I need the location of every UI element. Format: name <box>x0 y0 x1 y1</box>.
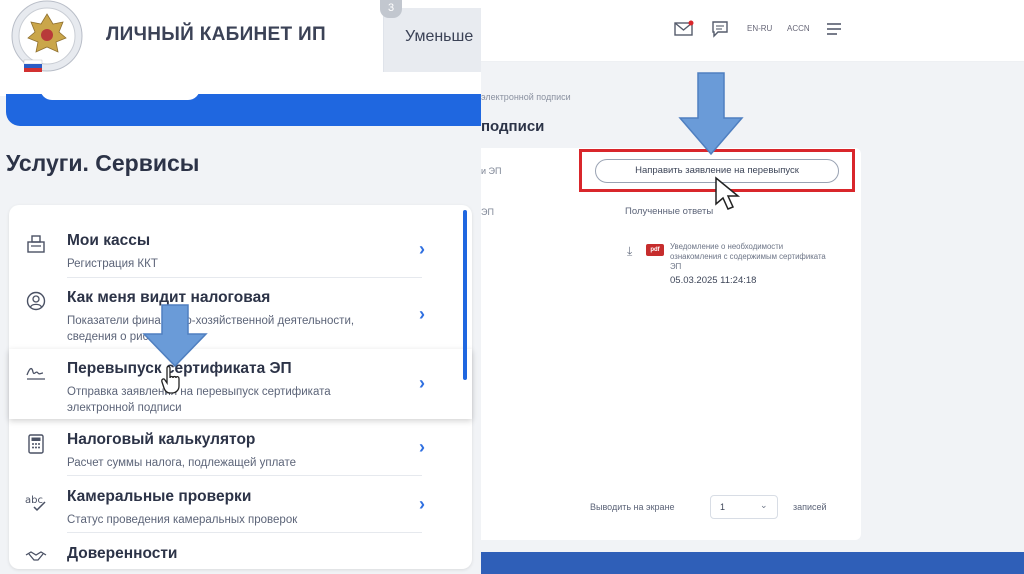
row-label: ЭП <box>481 207 494 217</box>
spellcheck-icon: abc <box>25 495 46 512</box>
right-header: EN-RU ACCN <box>481 0 1024 62</box>
chevron-right-icon: › <box>419 373 425 393</box>
calculator-icon <box>28 434 44 454</box>
chat-icon[interactable] <box>711 20 729 38</box>
banner-pill <box>40 82 200 100</box>
service-title: Камеральные проверки <box>67 488 252 505</box>
service-subtitle: Регистрация ККТ <box>67 258 158 270</box>
divider <box>67 475 422 476</box>
pager-label: Выводить на экране <box>590 502 675 512</box>
service-title: Как меня видит налоговая <box>67 289 271 306</box>
service-desk-audits[interactable]: abc Камеральные проверки Статус проведен… <box>9 480 472 538</box>
chevron-right-icon: › <box>419 239 425 259</box>
pdf-badge[interactable]: pdf <box>646 244 664 256</box>
tab-reduce-label: Уменьше <box>405 28 474 45</box>
fns-emblem-icon <box>11 0 83 72</box>
right-panel: EN-RU ACCN электронной подписи подписи и… <box>481 0 1024 574</box>
left-panel: ЛИЧНЫЙ КАБИНЕТ ИП 3 Уменьше Услуги. Серв… <box>0 0 481 574</box>
tab-badge: 3 <box>380 0 402 18</box>
services-scrollbar[interactable] <box>463 210 467 380</box>
service-subtitle: Отправка заявления на перевыпуск сертифи… <box>67 386 331 414</box>
divider <box>67 277 422 278</box>
account-link[interactable]: ACCN <box>787 24 810 33</box>
service-title: Доверенности <box>67 545 178 562</box>
chevron-right-icon: › <box>419 437 425 457</box>
person-search-icon <box>26 291 46 311</box>
notice-link[interactable]: Уведомление о необходимости ознакомления… <box>670 242 830 272</box>
chevron-right-icon: › <box>419 304 425 324</box>
service-title: Налоговый калькулятор <box>67 431 256 448</box>
service-subtitle: Показатели финансово-хозяйственной деяте… <box>67 315 355 343</box>
signature-icon <box>26 367 45 380</box>
section-title: Услуги. Сервисы <box>6 150 200 176</box>
service-subtitle: Расчет суммы налога, подлежащей уплате <box>67 457 296 469</box>
language-switch[interactable]: EN-RU <box>747 24 772 33</box>
service-title: Перевыпуск сертификата ЭП <box>67 360 292 377</box>
cabinet-title: ЛИЧНЫЙ КАБИНЕТ ИП <box>106 24 326 45</box>
chevron-down-icon: ⌄ <box>760 500 768 510</box>
notice-timestamp: 05.03.2025 11:24:18 <box>670 275 757 286</box>
svg-text:abc: abc <box>25 495 43 506</box>
cash-register-icon <box>27 235 45 253</box>
service-subtitle: Статус проведения камеральных проверок <box>67 514 298 526</box>
handshake-icon <box>25 551 47 561</box>
service-title: Мои кассы <box>67 232 151 249</box>
rows-per-page-value: 1 <box>720 502 726 512</box>
divider <box>67 532 422 533</box>
download-icon[interactable]: ⤓ <box>627 244 632 259</box>
service-tax-view[interactable]: Как меня видит налоговая Показатели фина… <box>9 280 472 350</box>
service-certificate-reissue[interactable]: Перевыпуск сертификата ЭП Отправка заявл… <box>9 349 472 419</box>
page-title: подписи <box>481 118 545 135</box>
page-footer <box>481 552 1024 574</box>
answers-column-header: Полученные ответы <box>625 206 714 217</box>
send-reissue-request-button[interactable]: Направить заявление на перевыпуск <box>595 159 839 183</box>
breadcrumb[interactable]: электронной подписи <box>481 92 571 102</box>
service-powers-of-attorney[interactable]: Доверенности <box>9 537 472 569</box>
chevron-right-icon: › <box>419 494 425 514</box>
mail-icon[interactable] <box>674 20 694 38</box>
service-tax-calculator[interactable]: Налоговый калькулятор Расчет суммы налог… <box>9 423 472 481</box>
row-label: и ЭП <box>481 166 502 176</box>
menu-icon[interactable] <box>826 22 842 36</box>
pager-suffix: записей <box>793 502 827 512</box>
